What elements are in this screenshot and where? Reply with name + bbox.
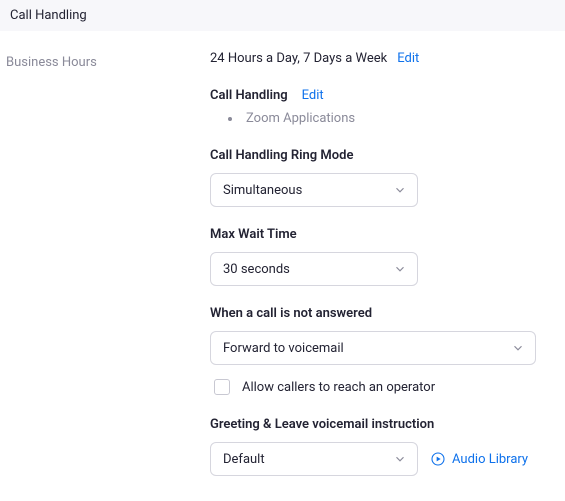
call-handling-item-label: Zoom Applications	[246, 111, 355, 126]
chevron-down-icon	[393, 183, 407, 197]
chevron-down-icon	[511, 341, 525, 355]
allow-operator-label: Allow callers to reach an operator	[242, 380, 435, 395]
call-handling-item: Zoom Applications	[210, 111, 545, 126]
audio-library-label: Audio Library	[452, 452, 528, 467]
hours-value: 24 Hours a Day, 7 Days a Week	[210, 51, 387, 66]
greeting-label: Greeting & Leave voicemail instruction	[210, 417, 545, 432]
call-handling-title: Call Handling	[210, 88, 288, 103]
business-hours-label: Business Hours	[6, 55, 97, 70]
edit-call-handling-link[interactable]: Edit	[302, 88, 324, 103]
page-title: Call Handling	[10, 8, 87, 23]
play-icon	[430, 451, 446, 467]
ring-mode-selected: Simultaneous	[223, 183, 302, 198]
greeting-select[interactable]: Default	[210, 442, 418, 476]
max-wait-label: Max Wait Time	[210, 227, 545, 242]
ring-mode-select[interactable]: Simultaneous	[210, 173, 418, 207]
ring-mode-label: Call Handling Ring Mode	[210, 148, 545, 163]
chevron-down-icon	[393, 262, 407, 276]
not-answered-select[interactable]: Forward to voicemail	[210, 331, 536, 365]
sidebar-label-column: Business Hours	[0, 51, 210, 496]
allow-operator-checkbox[interactable]	[214, 379, 230, 395]
page-header: Call Handling	[0, 0, 565, 31]
chevron-down-icon	[393, 452, 407, 466]
edit-hours-link[interactable]: Edit	[397, 51, 419, 66]
max-wait-select[interactable]: 30 seconds	[210, 252, 418, 286]
greeting-selected: Default	[223, 452, 265, 467]
not-answered-selected: Forward to voicemail	[223, 341, 344, 356]
max-wait-selected: 30 seconds	[223, 262, 290, 277]
bullet-icon	[228, 117, 232, 121]
audio-library-link[interactable]: Audio Library	[430, 451, 528, 467]
not-answered-label: When a call is not answered	[210, 306, 545, 321]
